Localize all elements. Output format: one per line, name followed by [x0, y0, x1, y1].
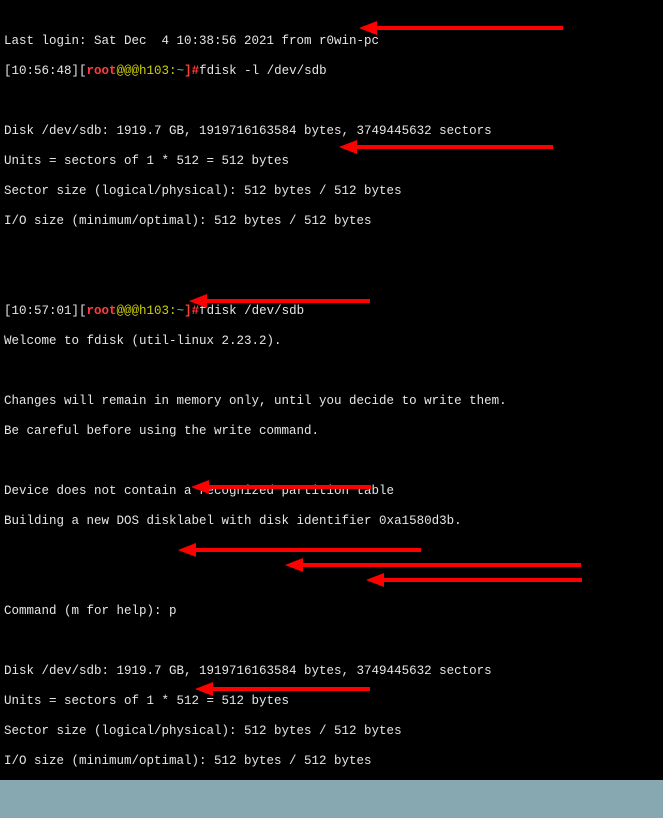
disk-info-1: Disk /dev/sdb: 1919.7 GB, 1919716163584 … — [4, 124, 492, 138]
cmd-fdisk: fdisk /dev/sdb — [199, 304, 304, 318]
cmd-p: Command (m for help): p — [4, 604, 659, 619]
prompt-2: [10:57:01][root@@@h103:~]#fdisk /dev/sdb — [4, 304, 659, 319]
last-login: Last login: Sat Dec 4 10:38:56 2021 from… — [4, 34, 379, 48]
background-area — [0, 780, 663, 818]
terminal-screen[interactable]: Last login: Sat Dec 4 10:38:56 2021 from… — [0, 0, 663, 818]
disk-info-2: Disk /dev/sdb: 1919.7 GB, 1919716163584 … — [4, 664, 492, 678]
prompt-1: [10:56:48][root@@@h103:~]#fdisk -l /dev/… — [4, 64, 659, 79]
cmd-fdisk-list: fdisk -l /dev/sdb — [199, 64, 327, 78]
